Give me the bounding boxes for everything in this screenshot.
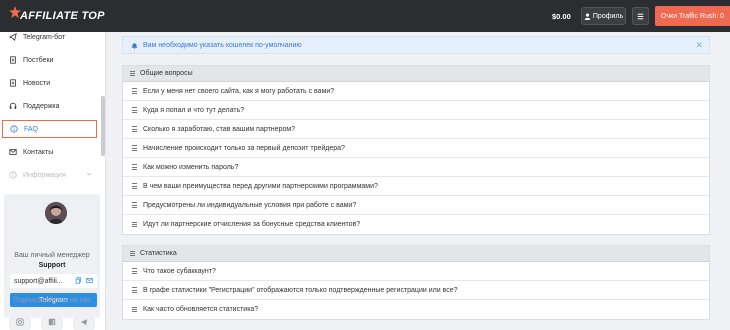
faq-question[interactable]: Идут ли партнерские отчисления за бонусн…: [123, 215, 709, 234]
info-circle-icon: [10, 125, 18, 133]
telegram-icon: [80, 319, 88, 326]
faq-section-statistics: Статистика Что такое субаккаунт? В графе…: [122, 245, 710, 320]
faq-question[interactable]: Начисление происходит только за первый д…: [123, 139, 709, 158]
question-text: В чем ваши преимущества перед другими па…: [143, 182, 378, 190]
bell-icon: [131, 42, 138, 49]
sidebar-item-faq[interactable]: FAQ: [2, 120, 97, 138]
logo[interactable]: AFFILIATE TOP: [6, 4, 114, 28]
question-text: Что такое субаккаунт?: [143, 267, 216, 275]
drag-handle-icon: [132, 306, 137, 313]
telegram-link[interactable]: [73, 314, 95, 330]
document-icon: [10, 56, 16, 64]
question-text: Как часто обновляется статистика?: [143, 306, 259, 313]
mail-icon[interactable]: [86, 277, 93, 284]
drag-handle-icon: [132, 202, 137, 208]
faq-question[interactable]: Предусмотрены ли индивидуальные условия …: [123, 196, 709, 215]
subscribe-text: Подписывайтесь на нас:: [13, 297, 93, 304]
sidebar: Telegram-бот Постбеки Новости Поддержка …: [0, 32, 106, 330]
drag-handle-icon[interactable]: [130, 70, 135, 77]
sidebar-item-news[interactable]: Новости: [0, 74, 100, 92]
sidebar-item-contacts[interactable]: Контакты: [0, 143, 100, 161]
manager-email-field[interactable]: support@affili...: [10, 274, 97, 288]
faq-question[interactable]: В графе статистики "Регистрации" отображ…: [123, 281, 709, 300]
question-text: Предусмотрены ли индивидуальные условия …: [143, 201, 357, 209]
mail-icon: [9, 149, 17, 155]
facebook-link[interactable]: [41, 314, 63, 330]
sidebar-item-label: Telegram-бот: [23, 33, 66, 41]
balance[interactable]: $0.00: [552, 12, 571, 21]
sidebar-item-label: Контакты: [23, 148, 54, 156]
instagram-icon: [16, 318, 24, 326]
manager-title: Ваш личный менеджер: [14, 252, 90, 259]
manager-email: support@affili...: [14, 277, 63, 285]
drag-handle-icon: [132, 126, 137, 132]
drag-handle-icon: [132, 88, 137, 94]
sidebar-item-label: FAQ: [24, 125, 39, 133]
section-header: Общие вопросы: [123, 66, 709, 82]
faq-question[interactable]: Куда я попал и что тут делать?: [123, 101, 709, 120]
notice-text: Вам необходимо указать кошелек по-умолча…: [143, 41, 302, 49]
facebook-icon: [48, 318, 56, 326]
faq-question[interactable]: Сколько я заработаю, став вашим партнеро…: [123, 120, 709, 139]
social-links: [4, 314, 100, 330]
document-icon: [10, 79, 16, 87]
drag-handle-icon: [132, 107, 137, 113]
sidebar-item-label: Новости: [23, 79, 51, 87]
copy-icon[interactable]: [75, 277, 82, 284]
faq-question[interactable]: Как можно изменить пароль?: [123, 158, 709, 177]
question-text: Как можно изменить пароль?: [143, 163, 239, 171]
question-text: Идут ли партнерские отчисления за бонусн…: [143, 221, 361, 228]
sidebar-item-label: Поддержка: [23, 102, 60, 110]
faq-section-general: Общие вопросы Если у меня нет своего сай…: [122, 65, 710, 235]
question-text: Куда я попал и что тут делать?: [143, 106, 245, 114]
headset-icon: [9, 102, 17, 109]
close-icon[interactable]: ✕: [695, 40, 703, 51]
telegram-icon: [9, 33, 17, 41]
question-text: В графе статистики "Регистрации" отображ…: [143, 286, 458, 294]
drag-handle-icon: [132, 164, 137, 170]
sidebar-item-postbacks[interactable]: Постбеки: [0, 51, 100, 69]
section-title: Общие вопросы: [140, 70, 193, 77]
drag-handle-icon: [132, 268, 137, 274]
drag-handle-icon: [132, 287, 137, 293]
profile-label: Профиль: [592, 12, 624, 20]
sidebar-item-label: Постбеки: [23, 56, 54, 64]
question-text: Начисление происходит только за первый д…: [143, 144, 345, 152]
menu-button[interactable]: [632, 7, 649, 25]
drag-handle-icon: [132, 221, 137, 228]
faq-question[interactable]: Что такое субаккаунт?: [123, 262, 709, 281]
user-icon: [584, 13, 591, 20]
sidebar-scrollbar[interactable]: [101, 96, 105, 156]
section-title: Статистика: [140, 250, 177, 257]
sidebar-item-telegram-bot[interactable]: Telegram-бот: [0, 28, 100, 46]
question-text: Если у меня нет своего сайта, как я могу…: [143, 87, 335, 95]
traffic-rush-button[interactable]: Очки Traffic Rush: 0: [655, 6, 730, 26]
manager-name: Support: [38, 262, 66, 269]
wallet-notice: Вам необходимо указать кошелек по-умолча…: [122, 36, 710, 54]
avatar: [45, 202, 67, 224]
menu-icon: [637, 13, 644, 19]
question-text: Сколько я заработаю, став вашим партнеро…: [143, 125, 296, 133]
profile-button[interactable]: Профиль: [581, 7, 626, 25]
drag-handle-icon: [132, 183, 137, 189]
drag-handle-icon: [132, 145, 137, 151]
section-header: Статистика: [123, 246, 709, 262]
top-bar: AFFILIATE TOP $0.00 Профиль Очки Traffic…: [0, 0, 730, 32]
drag-handle-icon[interactable]: [130, 250, 135, 257]
faq-question[interactable]: Если у меня нет своего сайта, как я могу…: [123, 82, 709, 101]
logo-text: AFFILIATE TOP: [20, 10, 105, 22]
instagram-link[interactable]: [9, 314, 31, 330]
sidebar-fade: [0, 174, 100, 194]
sidebar-item-support[interactable]: Поддержка: [0, 97, 100, 115]
faq-question[interactable]: Как часто обновляется статистика?: [123, 300, 709, 319]
faq-question[interactable]: В чем ваши преимущества перед другими па…: [123, 177, 709, 196]
